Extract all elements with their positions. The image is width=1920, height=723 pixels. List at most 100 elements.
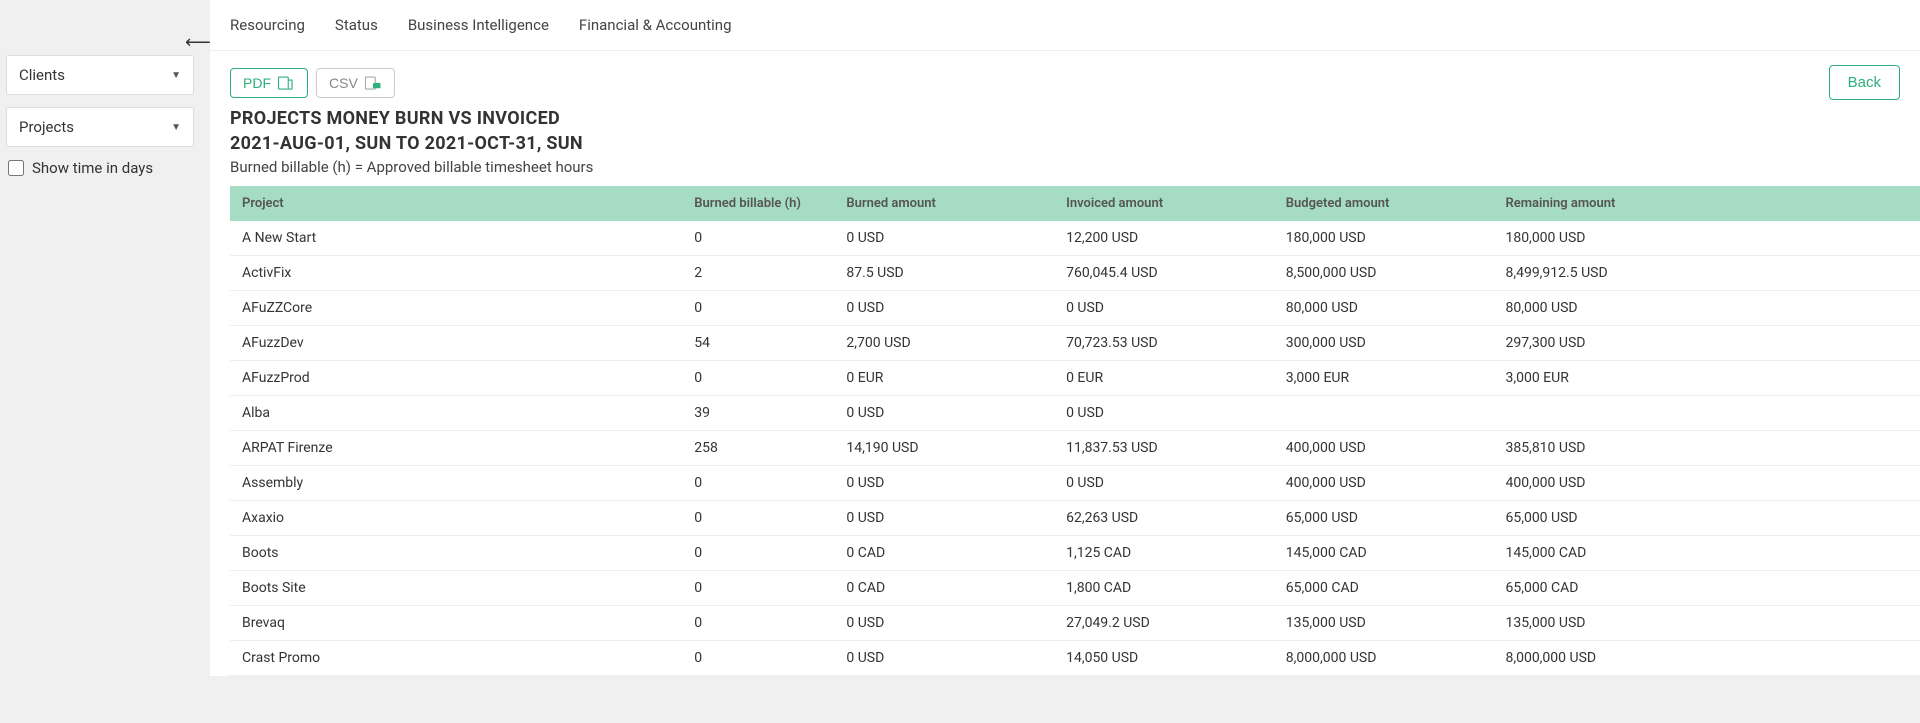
cell-burned_h: 54 [686,326,838,361]
tab-resourcing[interactable]: Resourcing [230,10,305,40]
cell-budgeted: 8,500,000 USD [1278,256,1498,291]
tab-financial-accounting[interactable]: Financial & Accounting [579,10,732,40]
cell-invoiced: 12,200 USD [1058,221,1278,256]
cell-budgeted: 80,000 USD [1278,291,1498,326]
cell-burned_h: 2 [686,256,838,291]
col-remaining-amount: Remaining amount [1497,186,1920,221]
cell-project: Axaxio [230,501,686,536]
csv-label: CSV [329,75,358,91]
cell-budgeted: 65,000 USD [1278,501,1498,536]
show-time-checkbox[interactable] [8,160,24,176]
cell-invoiced: 70,723.53 USD [1058,326,1278,361]
report-title: PROJECTS MONEY BURN VS INVOICED [230,108,1900,129]
cell-remaining: 385,810 USD [1497,431,1920,466]
table-row: AFuZZCore00 USD0 USD80,000 USD80,000 USD [230,291,1920,326]
cell-burned_a: 0 USD [838,396,1058,431]
show-time-label: Show time in days [32,159,153,177]
table-row: Brevaq00 USD27,049.2 USD135,000 USD135,0… [230,606,1920,641]
pdf-icon [277,75,295,91]
cell-remaining: 65,000 USD [1497,501,1920,536]
cell-remaining: 65,000 CAD [1497,571,1920,606]
cell-budgeted: 300,000 USD [1278,326,1498,361]
cell-invoiced: 0 USD [1058,396,1278,431]
cell-burned_a: 0 USD [838,466,1058,501]
cell-project: Alba [230,396,686,431]
cell-remaining: 180,000 USD [1497,221,1920,256]
cell-project: Crast Promo [230,641,686,676]
col-invoiced-amount: Invoiced amount [1058,186,1278,221]
cell-budgeted: 65,000 CAD [1278,571,1498,606]
tab-status[interactable]: Status [335,10,378,40]
cell-burned_h: 0 [686,641,838,676]
chevron-down-icon: ▼ [171,70,181,81]
pdf-label: PDF [243,75,271,91]
cell-invoiced: 0 USD [1058,466,1278,501]
cell-project: AFuzzProd [230,361,686,396]
cell-budgeted: 400,000 USD [1278,466,1498,501]
cell-project: Brevaq [230,606,686,641]
back-arrow-icon[interactable]: ⟵ [185,32,211,53]
cell-budgeted: 3,000 EUR [1278,361,1498,396]
cell-remaining: 135,000 USD [1497,606,1920,641]
col-burned-billable: Burned billable (h) [686,186,838,221]
cell-budgeted [1278,396,1498,431]
cell-invoiced: 62,263 USD [1058,501,1278,536]
cell-project: Assembly [230,466,686,501]
table-row: Crast Promo00 USD14,050 USD8,000,000 USD… [230,641,1920,676]
pdf-export-button[interactable]: PDF [230,68,308,98]
cell-remaining: 8,499,912.5 USD [1497,256,1920,291]
cell-remaining: 145,000 CAD [1497,536,1920,571]
chevron-down-icon: ▼ [171,122,181,133]
cell-burned_h: 0 [686,221,838,256]
cell-invoiced: 27,049.2 USD [1058,606,1278,641]
cell-burned_a: 0 USD [838,291,1058,326]
table-row: AFuzzProd00 EUR0 EUR3,000 EUR3,000 EUR [230,361,1920,396]
cell-budgeted: 135,000 USD [1278,606,1498,641]
table-row: Alba390 USD0 USD [230,396,1920,431]
csv-export-button[interactable]: CSV [316,68,395,98]
cell-remaining: 297,300 USD [1497,326,1920,361]
table-row: Axaxio00 USD62,263 USD65,000 USD65,000 U… [230,501,1920,536]
cell-project: ActivFix [230,256,686,291]
cell-burned_a: 0 CAD [838,571,1058,606]
cell-burned_h: 0 [686,606,838,641]
cell-burned_h: 0 [686,571,838,606]
cell-burned_a: 0 EUR [838,361,1058,396]
report-subtitle: Burned billable (h) = Approved billable … [230,158,1900,176]
col-burned-amount: Burned amount [838,186,1058,221]
table-row: Boots Site00 CAD1,800 CAD65,000 CAD65,00… [230,571,1920,606]
cell-budgeted: 145,000 CAD [1278,536,1498,571]
tab-business-intelligence[interactable]: Business Intelligence [408,10,549,40]
report-date-range: 2021-AUG-01, SUN TO 2021-OCT-31, SUN [230,133,1900,154]
projects-dropdown[interactable]: Projects ▼ [6,107,194,147]
table-row: ARPAT Firenze25814,190 USD11,837.53 USD4… [230,431,1920,466]
cell-burned_a: 0 USD [838,221,1058,256]
col-budgeted-amount: Budgeted amount [1278,186,1498,221]
back-button[interactable]: Back [1829,65,1900,100]
cell-budgeted: 400,000 USD [1278,431,1498,466]
table-row: A New Start00 USD12,200 USD180,000 USD18… [230,221,1920,256]
cell-invoiced: 11,837.53 USD [1058,431,1278,466]
cell-invoiced: 1,125 CAD [1058,536,1278,571]
cell-remaining: 400,000 USD [1497,466,1920,501]
cell-project: ARPAT Firenze [230,431,686,466]
cell-burned_h: 39 [686,396,838,431]
clients-dropdown[interactable]: Clients ▼ [6,55,194,95]
cell-invoiced: 0 USD [1058,291,1278,326]
csv-icon [364,75,382,91]
cell-burned_a: 2,700 USD [838,326,1058,361]
clients-label: Clients [19,66,65,84]
cell-remaining: 8,000,000 USD [1497,641,1920,676]
cell-project: AFuzzDev [230,326,686,361]
table-row: AFuzzDev542,700 USD70,723.53 USD300,000 … [230,326,1920,361]
cell-project: AFuZZCore [230,291,686,326]
table-row: Assembly00 USD0 USD400,000 USD400,000 US… [230,466,1920,501]
cell-invoiced: 0 EUR [1058,361,1278,396]
cell-remaining [1497,396,1920,431]
cell-burned_a: 0 USD [838,606,1058,641]
cell-project: A New Start [230,221,686,256]
cell-burned_h: 0 [686,361,838,396]
cell-remaining: 3,000 EUR [1497,361,1920,396]
cell-burned_a: 87.5 USD [838,256,1058,291]
cell-budgeted: 8,000,000 USD [1278,641,1498,676]
